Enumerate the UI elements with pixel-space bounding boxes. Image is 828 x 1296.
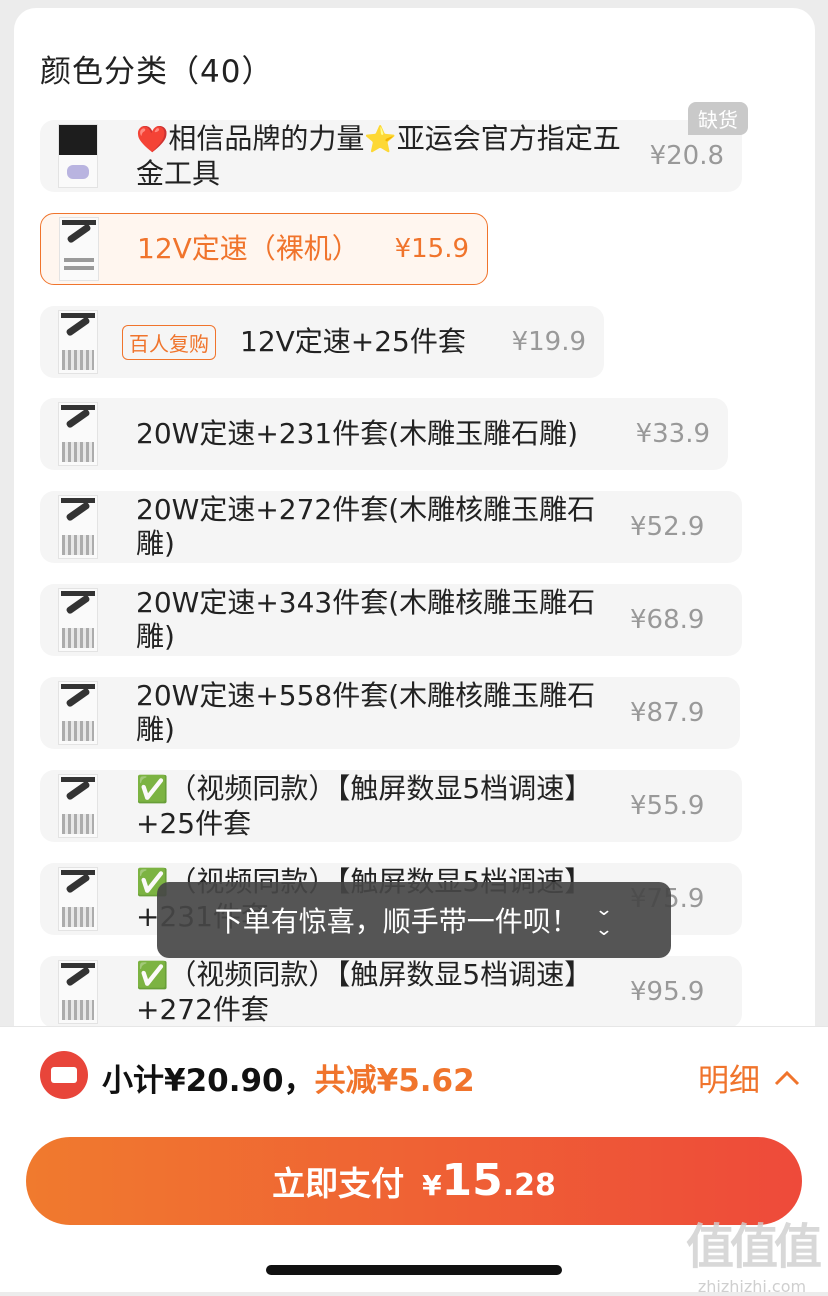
product-thumbnail: [58, 681, 98, 745]
promo-toast[interactable]: 下单有惊喜，顺手带一件呗！ ⌄ ⌄: [157, 882, 671, 958]
pay-now-label: 立即支付: [272, 1164, 405, 1203]
sku-option[interactable]: ✅（视频同款）【触屏数显5档调速】+272件套 ¥95.9: [40, 956, 742, 1028]
sku-option[interactable]: 百人复购 12V定速+25件套 ¥19.9: [40, 306, 604, 378]
sku-option-label: 12V定速（裸机）: [137, 232, 360, 265]
sku-option-label: ✅（视频同款）【触屏数显5档调速】+272件套: [136, 957, 593, 1026]
sku-option-price: ¥87.9: [630, 698, 705, 728]
product-thumbnail: [58, 588, 98, 652]
sku-option-label: 12V定速+25件套: [240, 325, 466, 358]
sku-option[interactable]: 20W定速+343件套(木雕核雕玉雕石雕) ¥68.9: [40, 584, 742, 656]
chevron-double-down-icon: ⌄ ⌄: [594, 900, 614, 940]
chevron-up-icon: [774, 1070, 800, 1085]
pay-amount-dec: .28: [502, 1168, 556, 1203]
pay-currency: ¥: [422, 1169, 442, 1202]
product-thumbnail: [58, 960, 98, 1024]
coupon-icon: [40, 1051, 88, 1099]
product-thumbnail: [59, 217, 99, 281]
sku-option-price: ¥20.8: [649, 141, 724, 171]
sku-option-price: ¥19.9: [511, 327, 586, 357]
product-thumbnail: [58, 774, 98, 838]
sku-option-price: ¥55.9: [630, 791, 705, 821]
product-thumbnail: [58, 495, 98, 559]
sku-option-label: 20W定速+231件套(木雕玉雕石雕): [136, 417, 579, 450]
sku-option-label: 20W定速+272件套(木雕核雕玉雕石雕): [136, 493, 596, 560]
sku-option-label: 20W定速+343件套(木雕核雕玉雕石雕): [136, 586, 596, 653]
section-title: 颜色分类（40）: [40, 54, 274, 90]
sku-option-price: ¥95.9: [630, 977, 705, 1007]
watermark: 值值值 zhizhizhi.com: [685, 1207, 822, 1296]
sku-option[interactable]: ❤️相信品牌的力量⭐亚运会官方指定五金工具 ¥20.8 缺货: [40, 102, 748, 192]
detail-label: 明细: [698, 1063, 760, 1099]
subtotal-text: 小计¥20.90，共减¥5.62: [102, 1055, 475, 1100]
product-thumbnail: [58, 867, 98, 931]
sku-option[interactable]: 20W定速+272件套(木雕核雕玉雕石雕) ¥52.9: [40, 491, 742, 563]
sku-option-label: 20W定速+558件套(木雕核雕玉雕石雕): [136, 679, 596, 746]
repurchase-tag: 百人复购: [122, 324, 216, 360]
product-thumbnail: [58, 124, 98, 188]
out-of-stock-badge: 缺货: [688, 102, 748, 135]
home-indicator[interactable]: [266, 1265, 562, 1275]
subtotal-amount: 小计¥20.90，: [102, 1063, 315, 1099]
watermark-logo: 值值值: [685, 1219, 822, 1275]
promo-toast-text: 下单有惊喜，顺手带一件呗！: [214, 905, 579, 938]
sku-option-price: ¥15.9: [394, 234, 469, 264]
sku-option-selected[interactable]: 12V定速（裸机） ¥15.9: [40, 213, 488, 285]
sku-option[interactable]: 20W定速+231件套(木雕玉雕石雕) ¥33.9: [40, 398, 728, 470]
sku-option[interactable]: ✅（视频同款）【触屏数显5档调速】+25件套 ¥55.9: [40, 770, 742, 842]
watermark-url: zhizhizhi.com: [697, 1277, 807, 1296]
sku-option[interactable]: 20W定速+558件套(木雕核雕玉雕石雕) ¥87.9: [40, 677, 740, 749]
discount-amount: 共减¥5.62: [314, 1063, 475, 1099]
product-thumbnail: [58, 402, 98, 466]
detail-toggle[interactable]: 明细: [698, 1055, 800, 1100]
product-thumbnail: [58, 310, 98, 374]
sku-option-label: ❤️相信品牌的力量⭐亚运会官方指定五金工具: [136, 121, 621, 190]
sku-option-price: ¥33.9: [635, 419, 710, 449]
sku-option-price: ¥52.9: [630, 512, 705, 542]
pay-amount-int: 15: [441, 1155, 503, 1206]
sku-option-price: ¥68.9: [630, 605, 705, 635]
sku-option-label: ✅（视频同款）【触屏数显5档调速】+25件套: [136, 771, 593, 840]
checkout-bar: 小计¥20.90，共减¥5.62 明细 立即支付 ¥ 15 .28 值值值 zh…: [0, 1026, 828, 1296]
